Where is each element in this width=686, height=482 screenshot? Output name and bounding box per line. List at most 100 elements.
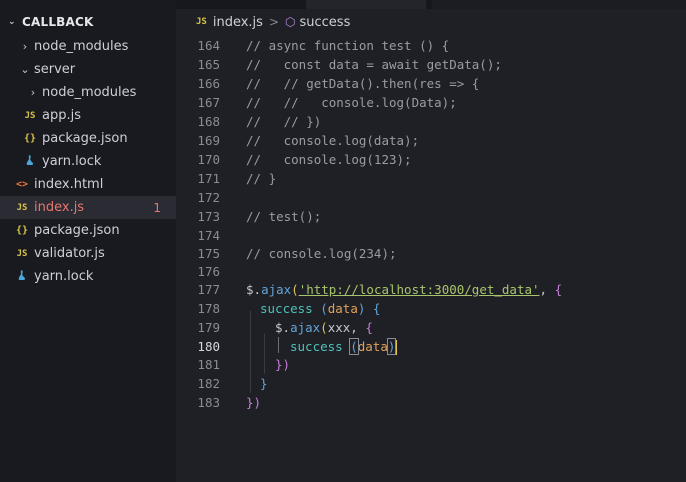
token: $. xyxy=(246,282,262,297)
tree-file-server-yarn-lock[interactable]: yarn.lock xyxy=(0,150,176,173)
token: ajax xyxy=(290,320,321,335)
code-line-176: 176 xyxy=(176,262,686,281)
javascript-file-icon: JS xyxy=(196,17,207,27)
explorer-root[interactable]: ⌄ CALLBACK xyxy=(8,14,94,30)
tree-folder-server[interactable]: ⌄ server xyxy=(0,58,176,81)
line-number: 174 xyxy=(197,228,220,243)
line-number: 173 xyxy=(197,209,220,224)
tree-item-label: yarn.lock xyxy=(34,269,94,284)
tree-folder-server-node-modules[interactable]: › node_modules xyxy=(0,81,176,104)
editor-tab[interactable] xyxy=(432,0,686,9)
code-line-164: 164 // async function test () { xyxy=(176,36,686,55)
code-line-181: 181 }) xyxy=(176,355,686,374)
explorer-sidebar: ⌄ CALLBACK › node_modules ⌄ server › nod… xyxy=(0,0,176,482)
code-text: success (data) xyxy=(290,337,398,355)
line-number: 181 xyxy=(197,357,220,372)
problem-count-badge: 1 xyxy=(153,200,161,215)
tree-item-label: app.js xyxy=(42,108,81,123)
tree-file-index-js[interactable]: JS index.js 1 xyxy=(0,196,176,219)
token: success xyxy=(290,338,351,354)
tree-file-yarn-lock[interactable]: yarn.lock xyxy=(0,265,176,288)
code-text: success (data) { xyxy=(260,301,380,316)
html-file-icon: <> xyxy=(15,179,29,190)
code-text: // console.log(123); xyxy=(246,152,412,167)
code-line-182: 182 } xyxy=(176,374,686,393)
code-line-177: 177 $.ajax('http://localhost:3000/get_da… xyxy=(176,280,686,299)
tree-item-label: node_modules xyxy=(42,85,137,100)
line-number: 177 xyxy=(197,282,220,297)
code-line-183: 183 }) xyxy=(176,393,686,412)
chevron-right-icon: › xyxy=(22,40,28,53)
tree-item-label: package.json xyxy=(34,223,120,238)
line-number: 175 xyxy=(197,246,220,261)
line-number: 182 xyxy=(197,376,220,391)
breadcrumb-symbol[interactable]: success xyxy=(299,15,350,30)
editor-tab[interactable] xyxy=(306,0,426,9)
code-line-180: 180 success (data) xyxy=(176,337,686,356)
json-file-icon: {} xyxy=(23,133,37,144)
line-number: 164 xyxy=(197,38,220,53)
tree-file-server-package-json[interactable]: {} package.json xyxy=(0,127,176,150)
symbol-method-icon: ⬡ xyxy=(285,15,296,29)
tree-item-label: server xyxy=(34,62,76,77)
line-number: 183 xyxy=(197,395,220,410)
breadcrumb-separator: > xyxy=(268,15,279,29)
line-number: 176 xyxy=(197,264,220,279)
tree-file-package-json[interactable]: {} package.json xyxy=(0,219,176,242)
json-file-icon: {} xyxy=(15,225,29,236)
code-line-174: 174 xyxy=(176,226,686,245)
editor-tab-strip xyxy=(176,0,686,9)
code-line-166: 166 // // getData().then(res => { xyxy=(176,74,686,93)
code-text: // console.log(data); xyxy=(246,133,420,148)
code-text: // const data = await getData(); xyxy=(246,57,502,72)
code-editor[interactable]: JS index.js > ⬡ success 164 // async fun… xyxy=(176,0,686,482)
url-string-link[interactable]: 'http://localhost:3000/get_data' xyxy=(299,282,540,297)
javascript-file-icon: JS xyxy=(16,248,28,259)
code-line-178: 178 success (data) { xyxy=(176,299,686,318)
tree-folder-node-modules[interactable]: › node_modules xyxy=(0,35,176,58)
tree-item-label: validator.js xyxy=(34,246,105,261)
code-line-175: 175 // console.log(234); xyxy=(176,244,686,263)
line-number: 170 xyxy=(197,152,220,167)
code-line-179: 179 $.ajax(xxx, { xyxy=(176,318,686,337)
line-number: 179 xyxy=(197,320,220,335)
code-text: // // console.log(Data); xyxy=(246,95,457,110)
token: data xyxy=(327,301,358,316)
code-line-170: 170 // console.log(123); xyxy=(176,150,686,169)
tree-file-validator-js[interactable]: JS validator.js xyxy=(0,242,176,265)
code-text: // console.log(234); xyxy=(246,246,397,261)
line-number: 178 xyxy=(197,301,220,316)
code-text: // // }) xyxy=(246,114,322,129)
yarn-file-icon xyxy=(20,154,40,169)
breadcrumb-file[interactable]: index.js xyxy=(213,15,263,30)
line-number: 169 xyxy=(197,133,220,148)
token: data xyxy=(357,338,388,354)
code-text: $.ajax(xxx, { xyxy=(275,320,373,335)
line-number: 171 xyxy=(197,171,220,186)
tree-file-app-js[interactable]: JS app.js xyxy=(0,104,176,127)
tree-item-label: index.js xyxy=(34,200,85,215)
line-number-active: 180 xyxy=(197,339,220,354)
line-number: 172 xyxy=(197,190,220,205)
token: ( xyxy=(320,301,328,316)
tree-item-label: node_modules xyxy=(34,39,129,54)
token: $. xyxy=(275,320,291,335)
code-line-171: 171 // } xyxy=(176,169,686,188)
line-number: 168 xyxy=(197,114,220,129)
code-line-165: 165 // const data = await getData(); xyxy=(176,55,686,74)
code-line-172: 172 xyxy=(176,188,686,207)
line-number: 166 xyxy=(197,76,220,91)
tree-file-index-html[interactable]: <> index.html xyxy=(0,173,176,196)
token: { xyxy=(554,282,563,297)
token: success xyxy=(260,301,321,316)
text-cursor xyxy=(395,339,398,355)
code-text: // // getData().then(res => { xyxy=(246,76,480,91)
javascript-file-icon: JS xyxy=(24,110,36,121)
token: , xyxy=(539,282,555,297)
token: { xyxy=(365,301,381,316)
token-matched-bracket: ) xyxy=(386,337,397,355)
token: xxx, xyxy=(327,320,366,335)
chevron-right-icon: › xyxy=(30,86,36,99)
chevron-down-icon: ⌄ xyxy=(8,17,16,27)
tree-item-label: package.json xyxy=(42,131,128,146)
